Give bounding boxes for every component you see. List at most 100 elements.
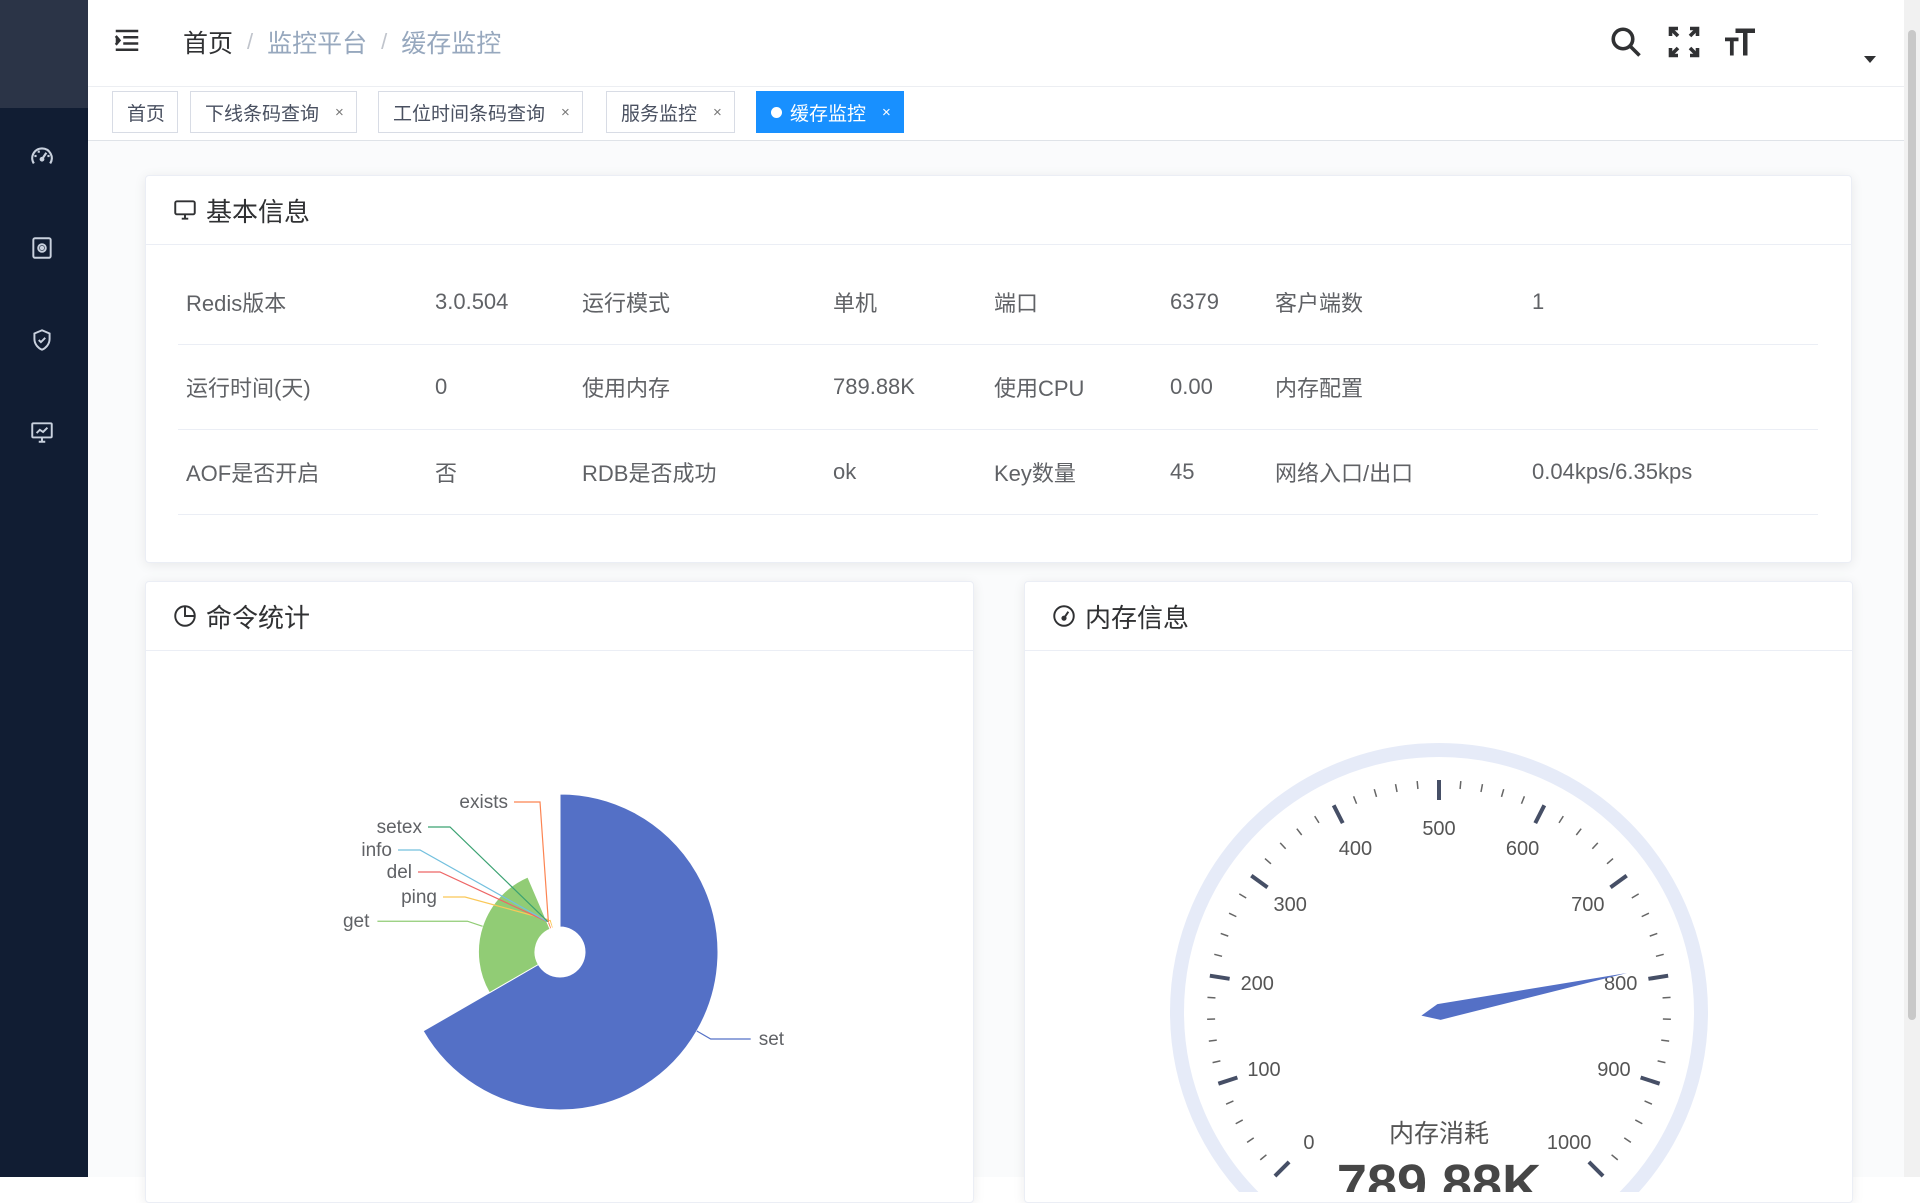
tag-label: 服务监控	[621, 99, 697, 126]
gauge-minor-tick	[1209, 1040, 1217, 1041]
gauge-minor-tick	[1624, 1138, 1631, 1142]
sidebar-logo-area	[0, 0, 88, 108]
gauge-minor-tick	[1481, 784, 1482, 792]
app-main: 基本信息 Redis版本 3.0.504 运行模式 单机 端口 6379 客户端…	[88, 141, 1904, 1177]
table-cell: 网络入口/出口	[1267, 430, 1524, 515]
card-title: 内存信息	[1085, 598, 1189, 635]
table-cell: Redis版本	[178, 260, 427, 345]
breadcrumb-separator: /	[381, 29, 387, 55]
table-cell: 3.0.504	[427, 260, 574, 345]
table-cell: 1	[1524, 260, 1818, 345]
scrollbar-thumb[interactable]	[1908, 30, 1916, 1020]
table-cell: 单机	[825, 260, 986, 345]
tags-view: 首页 下线条码查询 × 工位时间条码查询 × 服务监控 × 缓存监控 ×	[88, 87, 1920, 141]
pie-label-info: info	[361, 840, 392, 861]
table-cell	[1524, 345, 1818, 430]
gauge-tick-label: 200	[1241, 973, 1274, 995]
gauge-detail-value: 789.88K	[1337, 1154, 1541, 1192]
breadcrumb-separator: /	[247, 29, 253, 55]
tag-home[interactable]: 首页	[112, 91, 178, 133]
card-title: 基本信息	[206, 192, 310, 229]
gauge-minor-tick	[1374, 789, 1376, 797]
active-dot-icon	[771, 107, 782, 118]
gauge-tick-label: 700	[1571, 894, 1604, 916]
gauge-tick-label: 1000	[1547, 1132, 1592, 1154]
menu-toggle-icon[interactable]	[112, 26, 142, 56]
gauge-tick-label: 500	[1422, 818, 1455, 840]
table-row: Redis版本 3.0.504 运行模式 单机 端口 6379 客户端数 1	[178, 260, 1818, 345]
memory-info-card: 内存信息 01002003004005006007008009001000内存消…	[1024, 581, 1853, 1203]
tag-close-icon[interactable]: ×	[561, 104, 570, 121]
gauge-minor-tick	[1417, 781, 1418, 789]
tag-station-time-barcode[interactable]: 工位时间条码查询 ×	[378, 91, 583, 133]
tag-close-icon[interactable]: ×	[335, 104, 344, 121]
table-row: 运行时间(天) 0 使用内存 789.88K 使用CPU 0.00 内存配置	[178, 345, 1818, 430]
gauge-minor-tick	[1260, 1155, 1266, 1160]
table-cell: 6379	[1162, 260, 1267, 345]
screen-chart-icon[interactable]	[26, 416, 58, 448]
gauge-minor-tick	[1207, 997, 1215, 998]
gauge-minor-tick	[1265, 859, 1271, 864]
pie-label-set: set	[759, 1029, 785, 1050]
gauge-minor-tick	[1226, 1101, 1233, 1104]
command-stats-card: 命令统计 setgetpingdelinfosetexexists	[145, 581, 974, 1203]
gauge-major-tick	[1210, 976, 1230, 979]
gauge-detail-name: 内存消耗	[1389, 1120, 1489, 1148]
gauge-tick-label: 300	[1273, 894, 1306, 916]
fullscreen-icon[interactable]	[1666, 24, 1702, 65]
tag-close-icon[interactable]: ×	[713, 104, 722, 121]
sidebar	[0, 0, 88, 1177]
gauge-minor-tick	[1280, 843, 1285, 849]
navbar: 首页 / 监控平台 / 缓存监控	[88, 0, 1920, 87]
basic-info-card: 基本信息 Redis版本 3.0.504 运行模式 单机 端口 6379 客户端…	[145, 175, 1852, 563]
shield-icon[interactable]	[26, 324, 58, 356]
gauge-minor-tick	[1656, 954, 1664, 956]
gauge-minor-tick	[1650, 933, 1658, 936]
pie-label-get: get	[343, 911, 370, 932]
monitor-settings-icon[interactable]	[26, 232, 58, 264]
tag-label: 首页	[127, 99, 165, 126]
table-cell: 内存配置	[1267, 345, 1524, 430]
gauge-minor-tick	[1213, 1061, 1221, 1063]
table-cell: 否	[427, 430, 574, 515]
page-scrollbar[interactable]	[1904, 0, 1920, 1177]
tag-offline-barcode[interactable]: 下线条码查询 ×	[190, 91, 357, 133]
tag-label: 工位时间条码查询	[393, 99, 545, 126]
gauge-minor-tick	[1501, 789, 1503, 797]
table-cell: 端口	[986, 260, 1162, 345]
gauge-minor-tick	[1612, 1155, 1618, 1160]
pie-chart-icon	[172, 603, 198, 629]
tag-cache-monitor[interactable]: 缓存监控 ×	[756, 91, 904, 133]
pie-label-ping: ping	[401, 887, 437, 908]
gauge-minor-tick	[1221, 933, 1229, 936]
gauge-minor-tick	[1354, 796, 1357, 803]
table-cell: 运行模式	[574, 260, 825, 345]
monitor-icon	[172, 197, 198, 223]
card-title: 命令统计	[206, 598, 310, 635]
dashboard-icon[interactable]	[26, 140, 58, 172]
tag-label: 缓存监控	[790, 99, 866, 126]
user-dropdown-caret-icon[interactable]	[1864, 56, 1876, 63]
gauge-minor-tick	[1645, 1101, 1652, 1104]
pie-label-line	[377, 921, 482, 926]
gauge-tick-label: 900	[1597, 1059, 1630, 1081]
gauge-minor-tick	[1642, 913, 1649, 916]
table-cell: 运行时间(天)	[178, 345, 427, 430]
basic-info-table: Redis版本 3.0.504 运行模式 单机 端口 6379 客户端数 1 运…	[178, 260, 1818, 515]
pie-slice-set[interactable]	[423, 794, 718, 1110]
breadcrumb-home[interactable]: 首页	[183, 24, 233, 60]
font-size-icon[interactable]	[1722, 24, 1758, 65]
card-header: 基本信息	[146, 176, 1851, 245]
gauge-minor-tick	[1460, 781, 1461, 789]
tag-close-icon[interactable]: ×	[882, 104, 891, 121]
gauge-major-tick	[1334, 805, 1343, 823]
gauge-minor-tick	[1559, 816, 1563, 823]
gauge-pointer	[1421, 973, 1627, 1020]
gauge-minor-tick	[1315, 816, 1319, 823]
search-icon[interactable]	[1608, 24, 1644, 65]
gauge-minor-tick	[1239, 894, 1246, 898]
tag-service-monitor[interactable]: 服务监控 ×	[606, 91, 735, 133]
table-cell: 0.04kps/6.35kps	[1524, 430, 1818, 515]
table-cell: 使用内存	[574, 345, 825, 430]
table-cell: 789.88K	[825, 345, 986, 430]
